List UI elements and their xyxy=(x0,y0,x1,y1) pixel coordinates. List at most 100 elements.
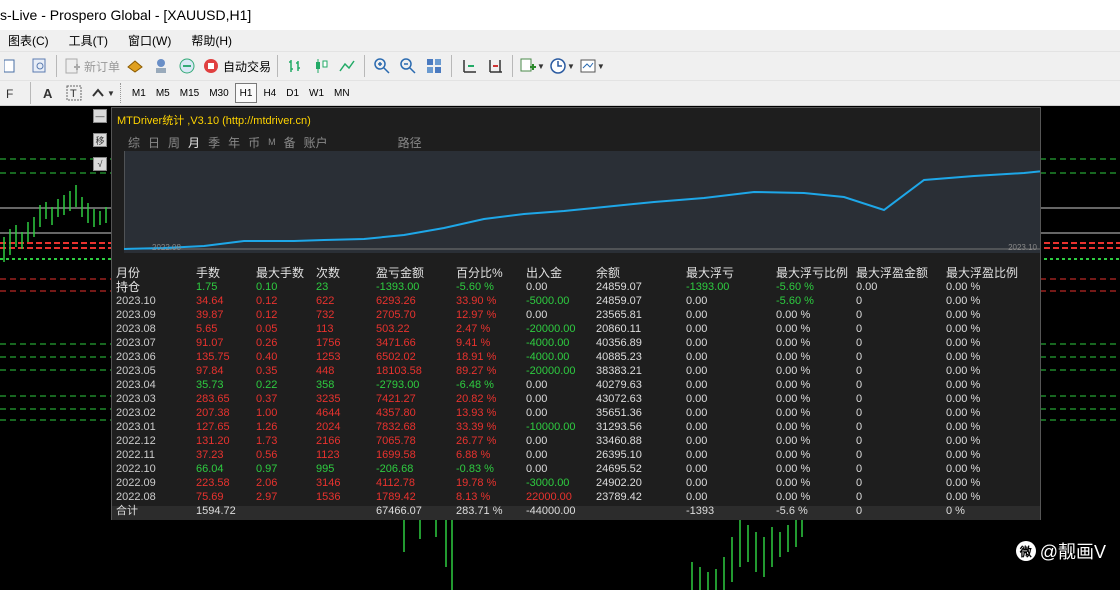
timeframe-m15[interactable]: M15 xyxy=(176,83,203,103)
timeframe-w1[interactable]: W1 xyxy=(305,83,328,103)
menu-help[interactable]: 帮助(H) xyxy=(191,32,232,49)
tile-windows-icon[interactable] xyxy=(423,55,445,77)
arrows-icon[interactable]: ▼ xyxy=(89,82,115,104)
row-max-drawdown: 0.00 xyxy=(686,295,708,307)
row-max-floating-profit-pct: 0.00 % xyxy=(946,491,981,503)
menu-window[interactable]: 窗口(W) xyxy=(128,32,171,49)
line-chart-icon[interactable] xyxy=(336,55,358,77)
tab-note[interactable]: 备 xyxy=(284,134,296,151)
profiles-icon[interactable] xyxy=(28,55,50,77)
tab-currency[interactable]: 币 xyxy=(248,134,260,151)
timeframe-m5[interactable]: M5 xyxy=(152,83,174,103)
market-watch-icon[interactable] xyxy=(124,55,146,77)
timeframe-mn[interactable]: MN xyxy=(330,83,354,103)
row-month: 2023.05 xyxy=(116,365,156,377)
row-month: 2023.07 xyxy=(116,337,156,349)
row-max-lots: 0.12 xyxy=(256,309,278,321)
menu-bar: 图表(C) 工具(T) 窗口(W) 帮助(H) xyxy=(0,30,1120,51)
panel-minimize-icon[interactable]: — xyxy=(93,109,107,123)
timeframe-m1[interactable]: M1 xyxy=(128,83,150,103)
new-order-button[interactable]: 新订单 xyxy=(63,55,120,77)
row-max-drawdown-pct: 0.00 % xyxy=(776,379,811,391)
timeframe-h1[interactable]: H1 xyxy=(234,83,258,103)
tab-path[interactable]: 路径 xyxy=(398,134,422,151)
row-balance: 24859.07 xyxy=(596,295,642,307)
row-lots: 75.69 xyxy=(196,491,224,503)
timeframe-h4[interactable]: H4 xyxy=(259,83,280,103)
row-io: -4000.00 xyxy=(526,337,570,349)
tab-quarter[interactable]: 季 xyxy=(208,134,220,151)
row-max-floating-profit-pct: 0.00 % xyxy=(946,477,981,489)
tab-week[interactable]: 周 xyxy=(168,134,180,151)
row-max-lots: 0.12 xyxy=(256,295,278,307)
row-month: 2023.03 xyxy=(116,393,156,405)
candlestick-icon[interactable] xyxy=(310,55,332,77)
row-max-drawdown-pct: 0.00 % xyxy=(776,463,811,475)
table-row: 2023.07 91.07 0.26 1756 3471.66 9.41 % -4000.0… xyxy=(116,336,1026,350)
chart-shift-icon[interactable] xyxy=(458,55,480,77)
auto-trading-label: 自动交易 xyxy=(223,59,272,74)
panel-check-icon[interactable]: √ xyxy=(93,157,107,171)
bar-chart-icon[interactable] xyxy=(284,55,306,77)
fibonacci-icon[interactable]: F xyxy=(2,82,24,104)
row-max-drawdown-pct: 0.00 % xyxy=(776,393,811,405)
menu-tools[interactable]: 工具(T) xyxy=(69,32,108,49)
auto-scroll-icon[interactable] xyxy=(484,55,506,77)
timeframe-m30[interactable]: M30 xyxy=(205,83,232,103)
row-month: 2023.04 xyxy=(116,379,156,391)
new-chart-icon[interactable] xyxy=(2,55,24,77)
total-max-drawdown-pct: -5.6 % xyxy=(776,505,808,517)
table-row: 2023.02 207.38 1.00 4644 4357.80 13.93 % 0.00 3… xyxy=(116,406,1026,420)
equity-curve: 2022.08 2023.10 xyxy=(124,151,1040,253)
row-pl: 3471.66 xyxy=(376,337,416,349)
zoom-out-icon[interactable] xyxy=(397,55,419,77)
row-max-drawdown-pct: 0.00 % xyxy=(776,337,811,349)
tab-m[interactable]: M xyxy=(268,134,276,151)
row-max-drawdown: 0.00 xyxy=(686,393,708,405)
templates-icon[interactable]: ▼ xyxy=(579,55,605,77)
menu-chart[interactable]: 图表(C) xyxy=(8,32,49,49)
row-max-drawdown-pct: 0.00 % xyxy=(776,477,811,489)
navigator-icon[interactable] xyxy=(150,55,172,77)
row-lots: 35.73 xyxy=(196,379,224,391)
tab-day[interactable]: 日 xyxy=(148,134,160,151)
row-count: 113 xyxy=(316,323,334,335)
row-max-lots: 1.73 xyxy=(256,435,278,447)
table-header-row: 月份 手数 最大手数 次数 盈亏金额 百分比% 出入金 余额 最大浮亏 最大浮亏… xyxy=(116,266,1026,280)
toolbar-grip[interactable] xyxy=(119,83,124,103)
row-count: 1253 xyxy=(316,351,341,363)
row-pct: 12.97 % xyxy=(456,309,497,321)
panel-move-icon[interactable]: 移 xyxy=(93,133,107,147)
tab-month[interactable]: 月 xyxy=(188,134,200,151)
text-icon[interactable]: A xyxy=(37,82,59,104)
indicators-icon[interactable]: ▼ xyxy=(519,55,545,77)
row-max-floating-profit-pct: 0.00 % xyxy=(946,323,981,335)
timeframe-d1[interactable]: D1 xyxy=(282,83,303,103)
tab-summary[interactable]: 综 xyxy=(128,134,140,151)
row-month: 2023.02 xyxy=(116,407,156,419)
data-window-icon[interactable] xyxy=(176,55,198,77)
row-max-floating-profit: 0 xyxy=(856,463,863,475)
tab-year[interactable]: 年 xyxy=(228,134,240,151)
row-max-drawdown-pct: 0.00 % xyxy=(776,449,811,461)
row-max-floating-profit-pct: 0.00 % xyxy=(946,365,981,377)
zoom-in-icon[interactable] xyxy=(371,55,393,77)
tab-account[interactable]: 账户 xyxy=(304,134,328,151)
toolbar-separator xyxy=(451,55,453,77)
header-max-drawdown: 最大浮亏 xyxy=(686,266,735,280)
header-max-drawdown-pct: 最大浮亏比例 xyxy=(776,266,849,280)
text-label-icon[interactable]: T xyxy=(63,82,85,104)
row-max-drawdown-pct: 0.00 % xyxy=(776,365,811,377)
row-max-floating-profit: 0 xyxy=(856,365,863,377)
row-month: 2022.12 xyxy=(116,435,156,447)
row-pl: 7832.68 xyxy=(376,421,416,433)
row-balance: 40885.23 xyxy=(596,351,642,363)
auto-trading-button[interactable]: 自动交易 xyxy=(202,55,271,77)
row-lots: 135.75 xyxy=(196,351,230,363)
row-count: 1123 xyxy=(316,449,340,461)
hold-max-floating-profit-pct: 0.00 % xyxy=(946,281,981,293)
row-count: 1756 xyxy=(316,337,341,349)
periods-icon[interactable]: ▼ xyxy=(549,55,575,77)
row-max-drawdown: 0.00 xyxy=(686,407,708,419)
row-count: 622 xyxy=(316,295,335,307)
